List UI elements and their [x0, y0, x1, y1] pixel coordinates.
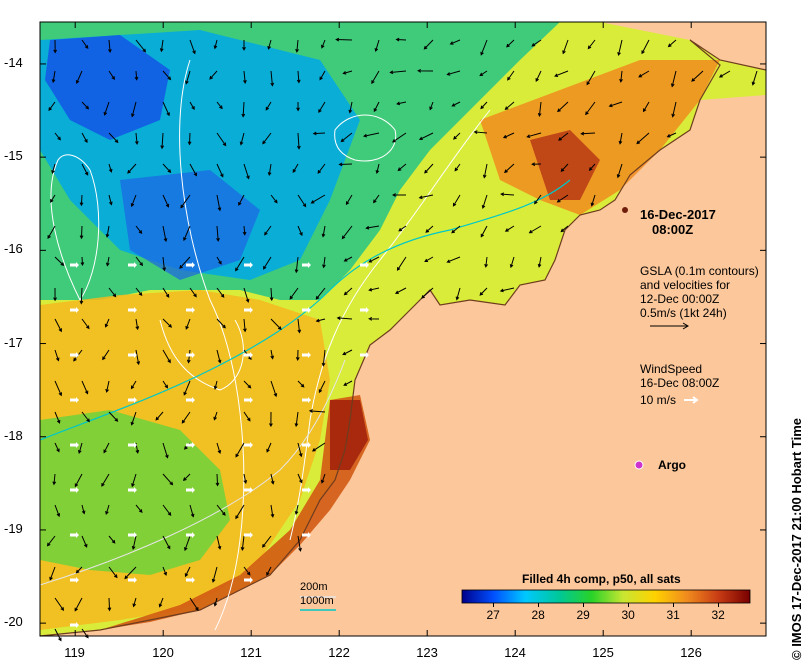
argo-label: Argo [658, 458, 686, 472]
gsla-text-line-2: and velocities for [640, 278, 731, 292]
argo-float-icon [634, 460, 644, 470]
position-marker-icon [622, 207, 628, 213]
y-tick-label: -20 [4, 614, 23, 630]
sst-map [39, 21, 767, 642]
gsla-text-line-1: GSLA (0.1m contours) [640, 264, 759, 278]
wind-scale-label: 10 m/s [640, 393, 677, 407]
colorbar-title: Filled 4h comp, p50, all sats [522, 572, 681, 586]
colorbar-tick-label: 29 [576, 608, 590, 622]
x-tick-label: 121 [240, 645, 262, 660]
wind-text-line-1: WindSpeed [640, 362, 703, 376]
y-tick-label: -17 [4, 334, 23, 350]
x-tick-label: 125 [592, 645, 614, 660]
colorbar-tick-label: 32 [711, 608, 725, 622]
x-tick-label: 119 [64, 645, 85, 660]
map-figure: 119 120 121 122 123 124 125 126 -14 -15 -16 -17 -18… [0, 0, 809, 672]
credit-text: © IMOS 17-Dec-2017 21:00 Hobart Time [789, 418, 804, 660]
y-tick-label: -16 [4, 241, 23, 257]
time-label: 08:00Z [652, 222, 694, 237]
gsla-text-line-3: 12-Dec 00:00Z [640, 292, 720, 306]
date-label: 16-Dec-2017 [640, 207, 716, 222]
y-tick-label: -15 [4, 148, 23, 164]
depth-1000-label: 1000m [300, 595, 334, 607]
colorbar-tick-label: 31 [666, 608, 680, 622]
x-tick-label: 122 [328, 645, 350, 660]
colorbar-tick-label: 30 [621, 608, 635, 622]
colorbar [461, 589, 751, 604]
gsla-text-line-4: 0.5m/s (1kt 24h) [640, 306, 727, 320]
x-tick-label: 126 [680, 645, 702, 660]
colorbar-tick-label: 28 [531, 608, 545, 622]
y-tick-label: -19 [4, 520, 23, 536]
x-tick-label: 124 [504, 645, 526, 660]
x-tick-label: 120 [152, 645, 174, 660]
colorbar-tick-label: 27 [486, 608, 500, 622]
x-tick-label: 123 [416, 645, 438, 660]
y-tick-label: -18 [4, 427, 23, 443]
y-tick-label: -14 [4, 54, 23, 70]
depth-200-label: 200m [300, 581, 328, 593]
wind-text-line-2: 16-Dec 08:00Z [640, 376, 720, 390]
